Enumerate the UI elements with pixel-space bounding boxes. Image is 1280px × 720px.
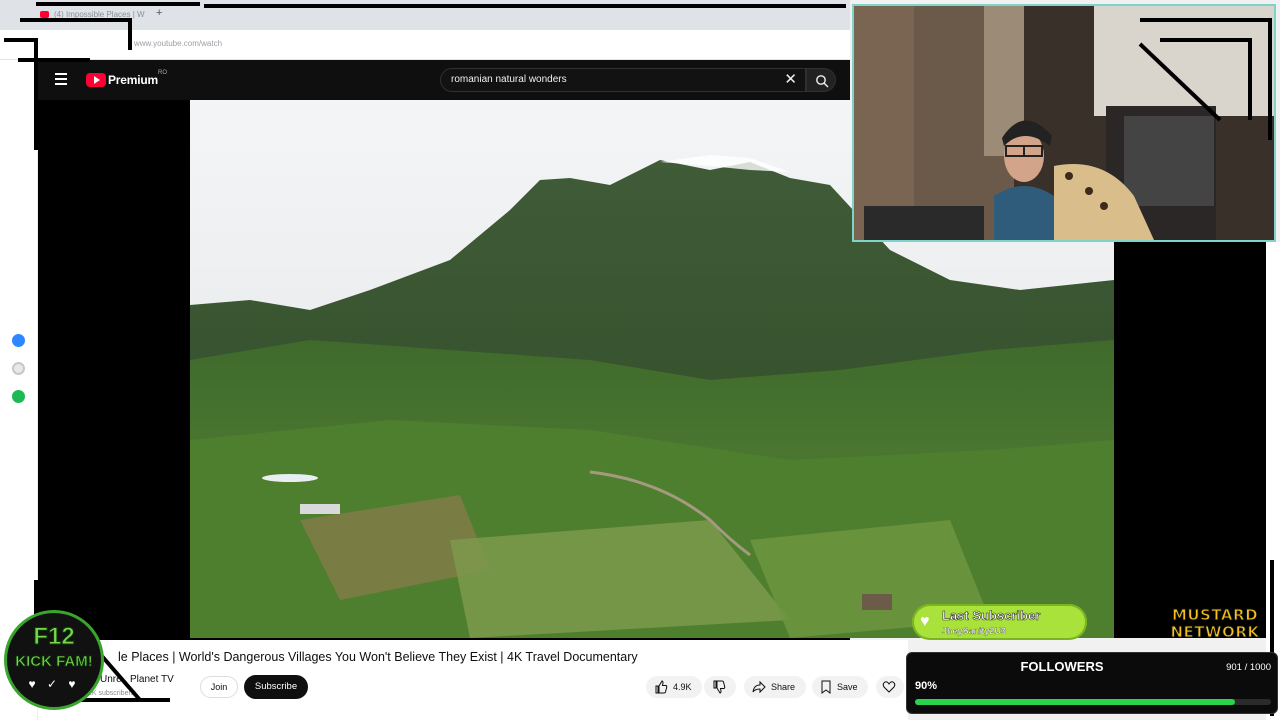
new-tab-button[interactable]: + [156,7,162,19]
youtube-logo[interactable]: Premium RO [86,70,167,88]
followers-title: FOLLOWERS [1020,659,1104,674]
channel-name[interactable]: Unre.. Planet TV [100,674,174,685]
logo-region: RO [158,70,167,76]
logo-text: Premium [108,73,158,87]
whatsapp-icon[interactable] [12,362,25,375]
dislike-button[interactable] [704,676,736,698]
heart-dollar-icon [882,681,896,693]
last-subscriber-widget: ♥ Last Subscriber JheySanity2U3 [912,604,1087,640]
screen-edge [1266,242,1280,720]
mustard-line-1: MUSTARD [1171,606,1259,624]
kick-fam-badge: F12 KICK FAM! ♥ ✓ ♥ [4,610,104,710]
mustard-network-logo: MUSTARD NETWORK [1156,606,1274,643]
youtube-favicon-icon [40,11,49,18]
search-icon [816,75,829,88]
thanks-button[interactable] [876,676,904,698]
like-count: 4.9K [673,682,692,692]
thumbs-up-icon [655,680,668,694]
youtube-header: Premium RO romanian natural wonders ✕ [0,60,850,100]
followers-progress-track [915,699,1271,705]
last-subscriber-name: JheySanity2U3 [942,626,1007,636]
tab-title: (4) Impossible Places | W [54,10,145,19]
streamer-webcam-image [854,6,1274,240]
clear-search-icon[interactable]: ✕ [784,71,797,89]
video-title: le Places | World's Dangerous Villages Y… [118,650,638,664]
thumbs-down-icon [713,680,726,694]
followers-progress-fill [915,699,1236,705]
followers-percent: 90% [915,680,938,692]
like-button[interactable]: 4.9K [646,676,702,698]
messenger-icon[interactable] [12,334,25,347]
spotify-icon[interactable] [12,390,25,403]
share-icon [752,680,766,694]
search-query: romanian natural wonders [451,74,567,85]
save-label: Save [837,682,858,692]
mustard-line-2: NETWORK [1170,623,1260,641]
last-subscriber-title: Last Subscriber [942,608,1041,624]
bookmark-icon [821,680,831,694]
badge-line-1: F12 [33,623,75,651]
menu-icon[interactable] [55,73,67,85]
search-button[interactable] [806,68,836,92]
url-text: www.youtube.com/watch [134,39,223,48]
search-input[interactable]: romanian natural wonders ✕ [440,68,806,92]
youtube-play-icon [86,73,106,87]
channel-subscriber-count: 2K subscribers [88,690,135,697]
badge-icons: ♥ ✓ ♥ [28,677,80,691]
save-button[interactable]: Save [812,676,868,698]
webcam-feed [852,4,1276,242]
share-button[interactable]: Share [744,676,806,698]
join-button[interactable]: Join [200,676,238,698]
subscribe-button[interactable]: Subscribe [244,675,308,699]
video-pillarbox-right [1114,242,1266,638]
share-label: Share [771,682,796,692]
heart-icon: ♥ [920,613,930,630]
tab-strip: (4) Impossible Places | W + [0,0,850,30]
tab-youtube[interactable]: (4) Impossible Places | W [36,6,154,24]
followers-goal-widget: FOLLOWERS 901 / 1000 90% [906,652,1278,714]
address-bar[interactable]: www.youtube.com/watch [0,30,850,60]
followers-count: 901 / 1000 [1226,662,1271,673]
badge-line-2: KICK FAM! [15,653,93,671]
